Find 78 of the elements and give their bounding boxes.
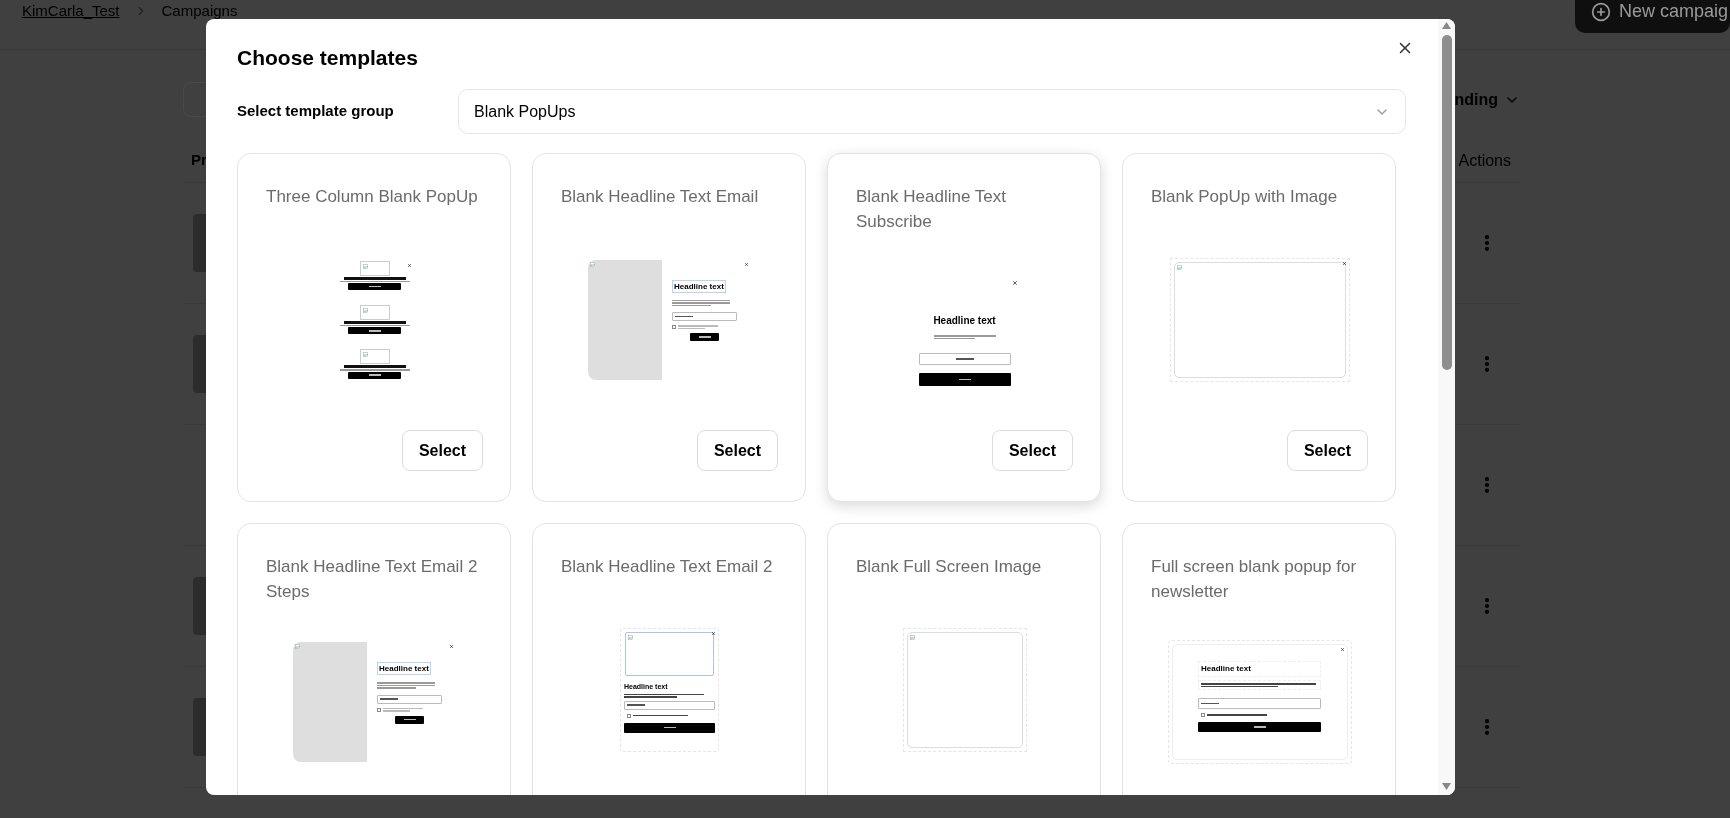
broken-image-icon — [295, 644, 300, 649]
close-icon — [449, 644, 454, 649]
select-button[interactable]: Select — [402, 430, 483, 471]
scrollbar[interactable] — [1438, 19, 1455, 795]
text-lines-drawing — [633, 714, 688, 717]
broken-image-icon — [909, 634, 915, 640]
heading-line-drawing — [343, 365, 406, 368]
broken-image-icon — [590, 261, 595, 267]
checkbox[interactable] — [377, 707, 381, 712]
close-icon — [1341, 260, 1347, 266]
select-button[interactable]: Select — [697, 430, 778, 471]
template-card[interactable]: Three Column Blank PopUp Select — [237, 153, 511, 502]
text-lines-drawing — [672, 299, 730, 306]
thumbnail — [193, 698, 206, 756]
template-title: Blank Full Screen Image — [856, 556, 1043, 578]
text-lines-drawing — [339, 369, 410, 371]
heading-line-drawing — [343, 320, 406, 324]
select-button[interactable]: Select — [1287, 430, 1368, 471]
broken-image-icon — [1176, 264, 1182, 270]
button-drawing — [348, 283, 401, 290]
column-header: Pr — [190, 150, 207, 171]
close-icon — [1339, 647, 1345, 652]
button-drawing — [348, 371, 401, 379]
column-header: Actions — [1458, 150, 1512, 171]
thumbnail — [193, 577, 206, 635]
dialog-title: Choose templates — [237, 45, 419, 71]
field-label: Select template group — [237, 101, 395, 122]
checkbox[interactable] — [627, 713, 631, 718]
select-button[interactable]: Select — [992, 430, 1073, 471]
close-icon — [406, 262, 412, 268]
text-lines-drawing — [377, 682, 435, 689]
text-lines-drawing — [933, 335, 996, 339]
submit-button-drawing — [395, 715, 424, 724]
email-field-drawing — [377, 694, 442, 704]
thumbnail — [193, 335, 206, 393]
template-card[interactable]: Blank Headline Text Email Headline text Select — [532, 153, 806, 502]
template-title: Blank Headline Text Email 2 Steps — [266, 556, 479, 603]
thumbnail — [193, 214, 206, 272]
headline: Headline text — [672, 279, 726, 293]
text-lines-drawing — [383, 707, 423, 712]
checkbox[interactable] — [672, 325, 676, 329]
template-card[interactable]: Blank PopUp with Image Select — [1122, 153, 1396, 502]
close-icon — [711, 630, 716, 636]
template-title: Blank PopUp with Image — [1151, 186, 1339, 208]
checkbox[interactable] — [1201, 713, 1205, 717]
broken-image-icon — [362, 263, 368, 269]
template-card[interactable]: Blank Headline Text Email 2 Steps Headline text — [237, 523, 511, 795]
template-title: Blank Headline Text Subscribe — [856, 186, 1007, 233]
broken-image-icon — [362, 352, 368, 357]
template-card[interactable]: Blank Headline Text Subscribe Headline text Select — [827, 153, 1101, 502]
text-lines-drawing — [678, 325, 718, 329]
template-title: Full screen blank popup for newsletter — [1151, 556, 1358, 603]
template-card[interactable]: Blank Full Screen Image — [827, 523, 1101, 795]
text-lines-drawing — [339, 324, 410, 327]
template-group-select[interactable]: Blank PopUps — [458, 89, 1406, 134]
submit-button-drawing — [690, 333, 719, 341]
scroll-down-icon[interactable] — [1442, 783, 1451, 790]
plus-icon — [1591, 1, 1611, 22]
text-lines-drawing — [1207, 714, 1267, 716]
close-icon — [744, 261, 749, 267]
button-drawing — [348, 327, 401, 335]
broken-image-icon — [362, 307, 368, 313]
heading-line-drawing — [343, 276, 406, 280]
template-card[interactable]: Full screen blank popup for newsletter Headline text — [1122, 523, 1396, 795]
text-lines-drawing — [339, 280, 410, 282]
scroll-up-icon[interactable] — [1442, 22, 1451, 29]
new-campaign-button[interactable]: New campaig — [1575, 0, 1730, 33]
headline: Headline text — [1198, 661, 1321, 677]
headline: Headline text — [377, 662, 431, 675]
headline: Headline text — [933, 315, 996, 327]
broken-image-icon — [628, 634, 633, 640]
scroll-thumb[interactable] — [1441, 35, 1452, 370]
template-title: Blank Headline Text Email 2 — [561, 556, 774, 578]
close-icon — [1011, 280, 1018, 286]
breadcrumb-item: Campaigns — [161, 2, 238, 19]
template-title: Blank Headline Text Email — [561, 186, 760, 208]
template-title: Three Column Blank PopUp — [266, 186, 479, 208]
email-field-drawing — [672, 312, 737, 321]
